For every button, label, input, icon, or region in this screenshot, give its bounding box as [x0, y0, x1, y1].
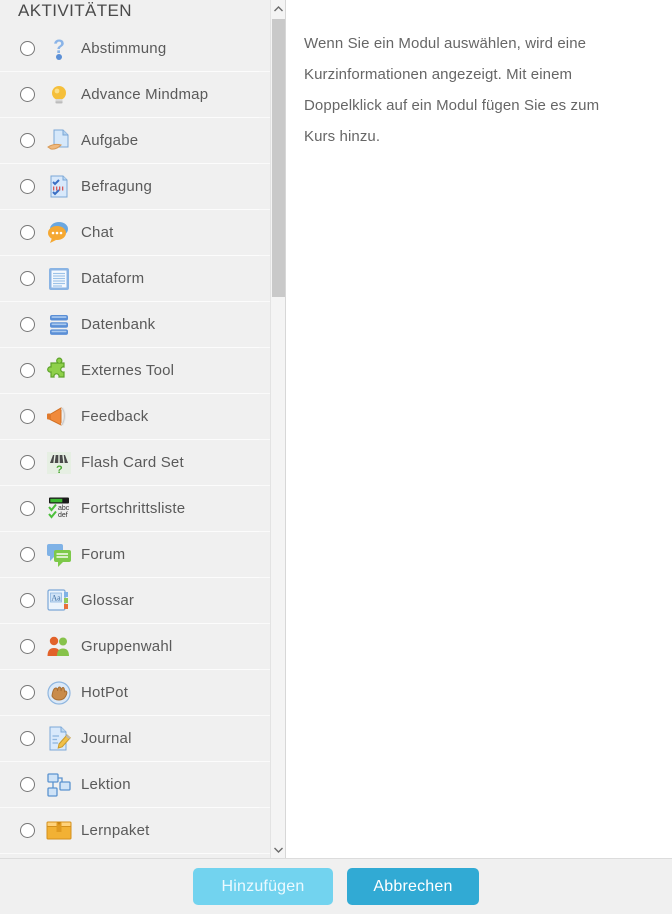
activity-label: Datenbank: [81, 316, 156, 333]
hotpot-hand-icon: [44, 678, 74, 708]
activity-radio-button[interactable]: [20, 685, 35, 700]
activity-row[interactable]: abc def Fortschrittsliste: [0, 486, 271, 532]
progress-checklist-icon: abc def: [44, 494, 74, 524]
activity-label: Feedback: [81, 408, 149, 425]
dialog-body: AKTIVITÄTEN ? Abstimmung Advance Mindmap…: [0, 0, 672, 858]
activity-radio-button[interactable]: [20, 501, 35, 516]
lined-document-icon: [44, 264, 74, 294]
activity-label: Dataform: [81, 270, 145, 287]
puzzle-piece-icon: [44, 356, 74, 386]
activity-radio-button[interactable]: [20, 547, 35, 562]
activity-radio-button[interactable]: [20, 225, 35, 240]
scrollbar-thumb[interactable]: [272, 19, 285, 297]
module-info-panel: Wenn Sie ein Modul auswählen, wird eine …: [286, 0, 672, 858]
activity-row[interactable]: Forum: [0, 532, 271, 578]
document-pencil-icon: [44, 724, 74, 754]
module-info-description: Wenn Sie ein Modul auswählen, wird eine …: [304, 35, 600, 145]
activity-label: Gruppenwahl: [81, 638, 173, 655]
activity-row[interactable]: ? Abstimmung: [0, 26, 271, 72]
vertical-scrollbar[interactable]: [270, 0, 285, 858]
svg-text:?: ?: [56, 464, 63, 476]
activity-radio-button[interactable]: [20, 823, 35, 838]
activity-row[interactable]: Feedback: [0, 394, 271, 440]
activity-radio-button[interactable]: [20, 271, 35, 286]
activity-list-panel: AKTIVITÄTEN ? Abstimmung Advance Mindmap…: [0, 0, 286, 858]
activity-list: ? Abstimmung Advance Mindmap Aufgabe Bef…: [0, 26, 271, 854]
chevron-up-icon: [273, 5, 284, 13]
package-box-icon: [44, 816, 74, 846]
panel-title: AKTIVITÄTEN: [18, 1, 132, 20]
activity-row[interactable]: Lernpaket: [0, 808, 271, 854]
activity-radio-button[interactable]: [20, 133, 35, 148]
activity-label: Externes Tool: [81, 362, 175, 379]
lesson-tree-icon: [44, 770, 74, 800]
cancel-button[interactable]: Abbrechen: [347, 868, 479, 905]
activity-label: Journal: [81, 730, 132, 747]
activity-label: Lernpaket: [81, 822, 150, 839]
activity-row[interactable]: Aufgabe: [0, 118, 271, 164]
activity-label: Befragung: [81, 178, 153, 195]
activity-label: Forum: [81, 546, 126, 563]
activity-radio-button[interactable]: [20, 777, 35, 792]
activity-radio-button[interactable]: [20, 179, 35, 194]
activity-row[interactable]: Lektion: [0, 762, 271, 808]
activity-row[interactable]: Aa Glossar: [0, 578, 271, 624]
activity-row[interactable]: Befragung: [0, 164, 271, 210]
activity-label: Chat: [81, 224, 114, 241]
survey-checklist-icon: [44, 172, 74, 202]
activity-label: Abstimmung: [81, 40, 167, 57]
activity-label: HotPot: [81, 684, 129, 701]
scroll-up-button[interactable]: [271, 0, 285, 17]
add-activity-dialog: AKTIVITÄTEN ? Abstimmung Advance Mindmap…: [0, 0, 672, 914]
glossary-book-icon: Aa: [44, 586, 74, 616]
megaphone-icon: [44, 402, 74, 432]
activity-row[interactable]: Advance Mindmap: [0, 72, 271, 118]
activity-list-scroll-area[interactable]: AKTIVITÄTEN ? Abstimmung Advance Mindmap…: [0, 0, 271, 858]
activity-radio-button[interactable]: [20, 363, 35, 378]
group-people-icon: [44, 632, 74, 662]
activity-row[interactable]: Datenbank: [0, 302, 271, 348]
add-button[interactable]: Hinzufügen: [193, 868, 333, 905]
document-hand-icon: [44, 126, 74, 156]
chevron-down-icon: [273, 846, 284, 854]
activity-row[interactable]: Externes Tool: [0, 348, 271, 394]
activity-radio-button[interactable]: [20, 639, 35, 654]
scroll-down-button[interactable]: [271, 841, 285, 858]
activity-label: Lektion: [81, 776, 131, 793]
activity-row[interactable]: HotPot: [0, 670, 271, 716]
database-stack-icon: [44, 310, 74, 340]
svg-text:def: def: [58, 512, 68, 519]
activity-row[interactable]: Chat: [0, 210, 271, 256]
activity-label: Fortschrittsliste: [81, 500, 186, 517]
activity-radio-button[interactable]: [20, 317, 35, 332]
activity-row[interactable]: Dataform: [0, 256, 271, 302]
activity-radio-button[interactable]: [20, 593, 35, 608]
activity-label: Flash Card Set: [81, 454, 184, 471]
activity-row[interactable]: Gruppenwahl: [0, 624, 271, 670]
forum-bubbles-icon: [44, 540, 74, 570]
activity-radio-button[interactable]: [20, 731, 35, 746]
activity-label: Glossar: [81, 592, 135, 609]
svg-text:abc: abc: [58, 505, 70, 512]
activity-row[interactable]: Journal: [0, 716, 271, 762]
lightbulb-icon: [44, 80, 74, 110]
activity-label: Advance Mindmap: [81, 86, 209, 103]
activity-radio-button[interactable]: [20, 455, 35, 470]
svg-text:Aa: Aa: [51, 593, 61, 602]
flash-cards-icon: ?: [44, 448, 74, 478]
activity-label: Aufgabe: [81, 132, 139, 149]
dialog-footer: Hinzufügen Abbrechen: [0, 858, 672, 914]
activity-radio-button[interactable]: [20, 41, 35, 56]
activity-row[interactable]: ? Flash Card Set: [0, 440, 271, 486]
activity-radio-button[interactable]: [20, 409, 35, 424]
question-mark-icon: ?: [44, 34, 74, 64]
chat-bubbles-icon: [44, 218, 74, 248]
activity-radio-button[interactable]: [20, 87, 35, 102]
